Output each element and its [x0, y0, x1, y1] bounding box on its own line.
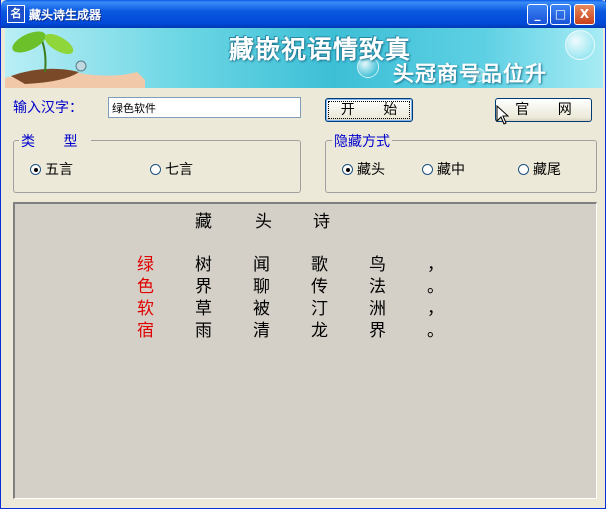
input-label: 输入汉字：: [13, 100, 83, 116]
poem-char: 龙: [311, 321, 328, 341]
radio-label: 七言: [165, 162, 193, 178]
hide-mode-group: 隐藏方式 藏头 藏中 藏尾: [325, 131, 597, 193]
app-icon: 名: [7, 5, 25, 23]
radio-five-char[interactable]: 五言: [30, 161, 73, 178]
radio-dot[interactable]: [30, 163, 41, 175]
radio-label: 藏头: [357, 162, 385, 178]
poem-char: 。: [427, 321, 444, 341]
radio-label: 藏中: [437, 162, 465, 178]
chinese-chars-input[interactable]: [108, 97, 301, 118]
radio-dot[interactable]: [422, 163, 433, 175]
poem-header-char: 头: [255, 212, 272, 232]
poem-header-char: 藏: [195, 212, 212, 232]
radio-label: 藏尾: [533, 162, 561, 178]
maximize-button[interactable]: □: [550, 4, 571, 25]
poem-header-char: 诗: [313, 212, 330, 232]
poem-output-area[interactable]: 藏 头 诗 绿树闻歌鸟，色界聊传法。软草被汀洲，宿雨清龙界。: [13, 202, 597, 499]
bubble-decoration: [565, 30, 595, 60]
banner-title: 藏嵌祝语情致真: [229, 35, 412, 64]
poem-char: 清: [253, 321, 270, 341]
banner-image: 藏嵌祝语情致真 头冠商号品位升: [5, 28, 603, 88]
radio-hide-tail[interactable]: 藏尾: [518, 161, 561, 178]
type-group-legend: 类 型: [19, 131, 92, 151]
window-title: 藏头诗生成器: [29, 8, 102, 22]
minimize-button[interactable]: _: [527, 4, 548, 25]
type-group: 类 型 五言 七言: [13, 131, 301, 193]
plant-in-hand-icon: [5, 31, 145, 88]
radio-hide-middle[interactable]: 藏中: [422, 161, 465, 178]
banner-subtitle: 头冠商号品位升: [393, 61, 547, 86]
start-button[interactable]: 开 始: [325, 98, 413, 122]
poem-char: 雨: [195, 321, 212, 341]
radio-label: 五言: [45, 162, 73, 178]
close-button[interactable]: X: [574, 4, 595, 25]
radio-dot[interactable]: [150, 163, 161, 175]
hide-mode-legend: 隐藏方式: [332, 131, 392, 151]
poem-hidden-char: 宿: [137, 321, 154, 341]
title-bar[interactable]: 名 藏头诗生成器 _ □ X: [1, 0, 606, 28]
radio-dot[interactable]: [518, 163, 529, 175]
radio-seven-char[interactable]: 七言: [150, 161, 193, 178]
app-window: 名 藏头诗生成器 _ □ X 藏嵌祝语情致真 头冠商号品位升 输入汉字： 开 始…: [0, 0, 606, 509]
poem-char: 界: [369, 321, 386, 341]
radio-dot[interactable]: [342, 163, 353, 175]
mouse-cursor-icon: [496, 105, 510, 125]
radio-hide-head[interactable]: 藏头: [342, 161, 385, 178]
